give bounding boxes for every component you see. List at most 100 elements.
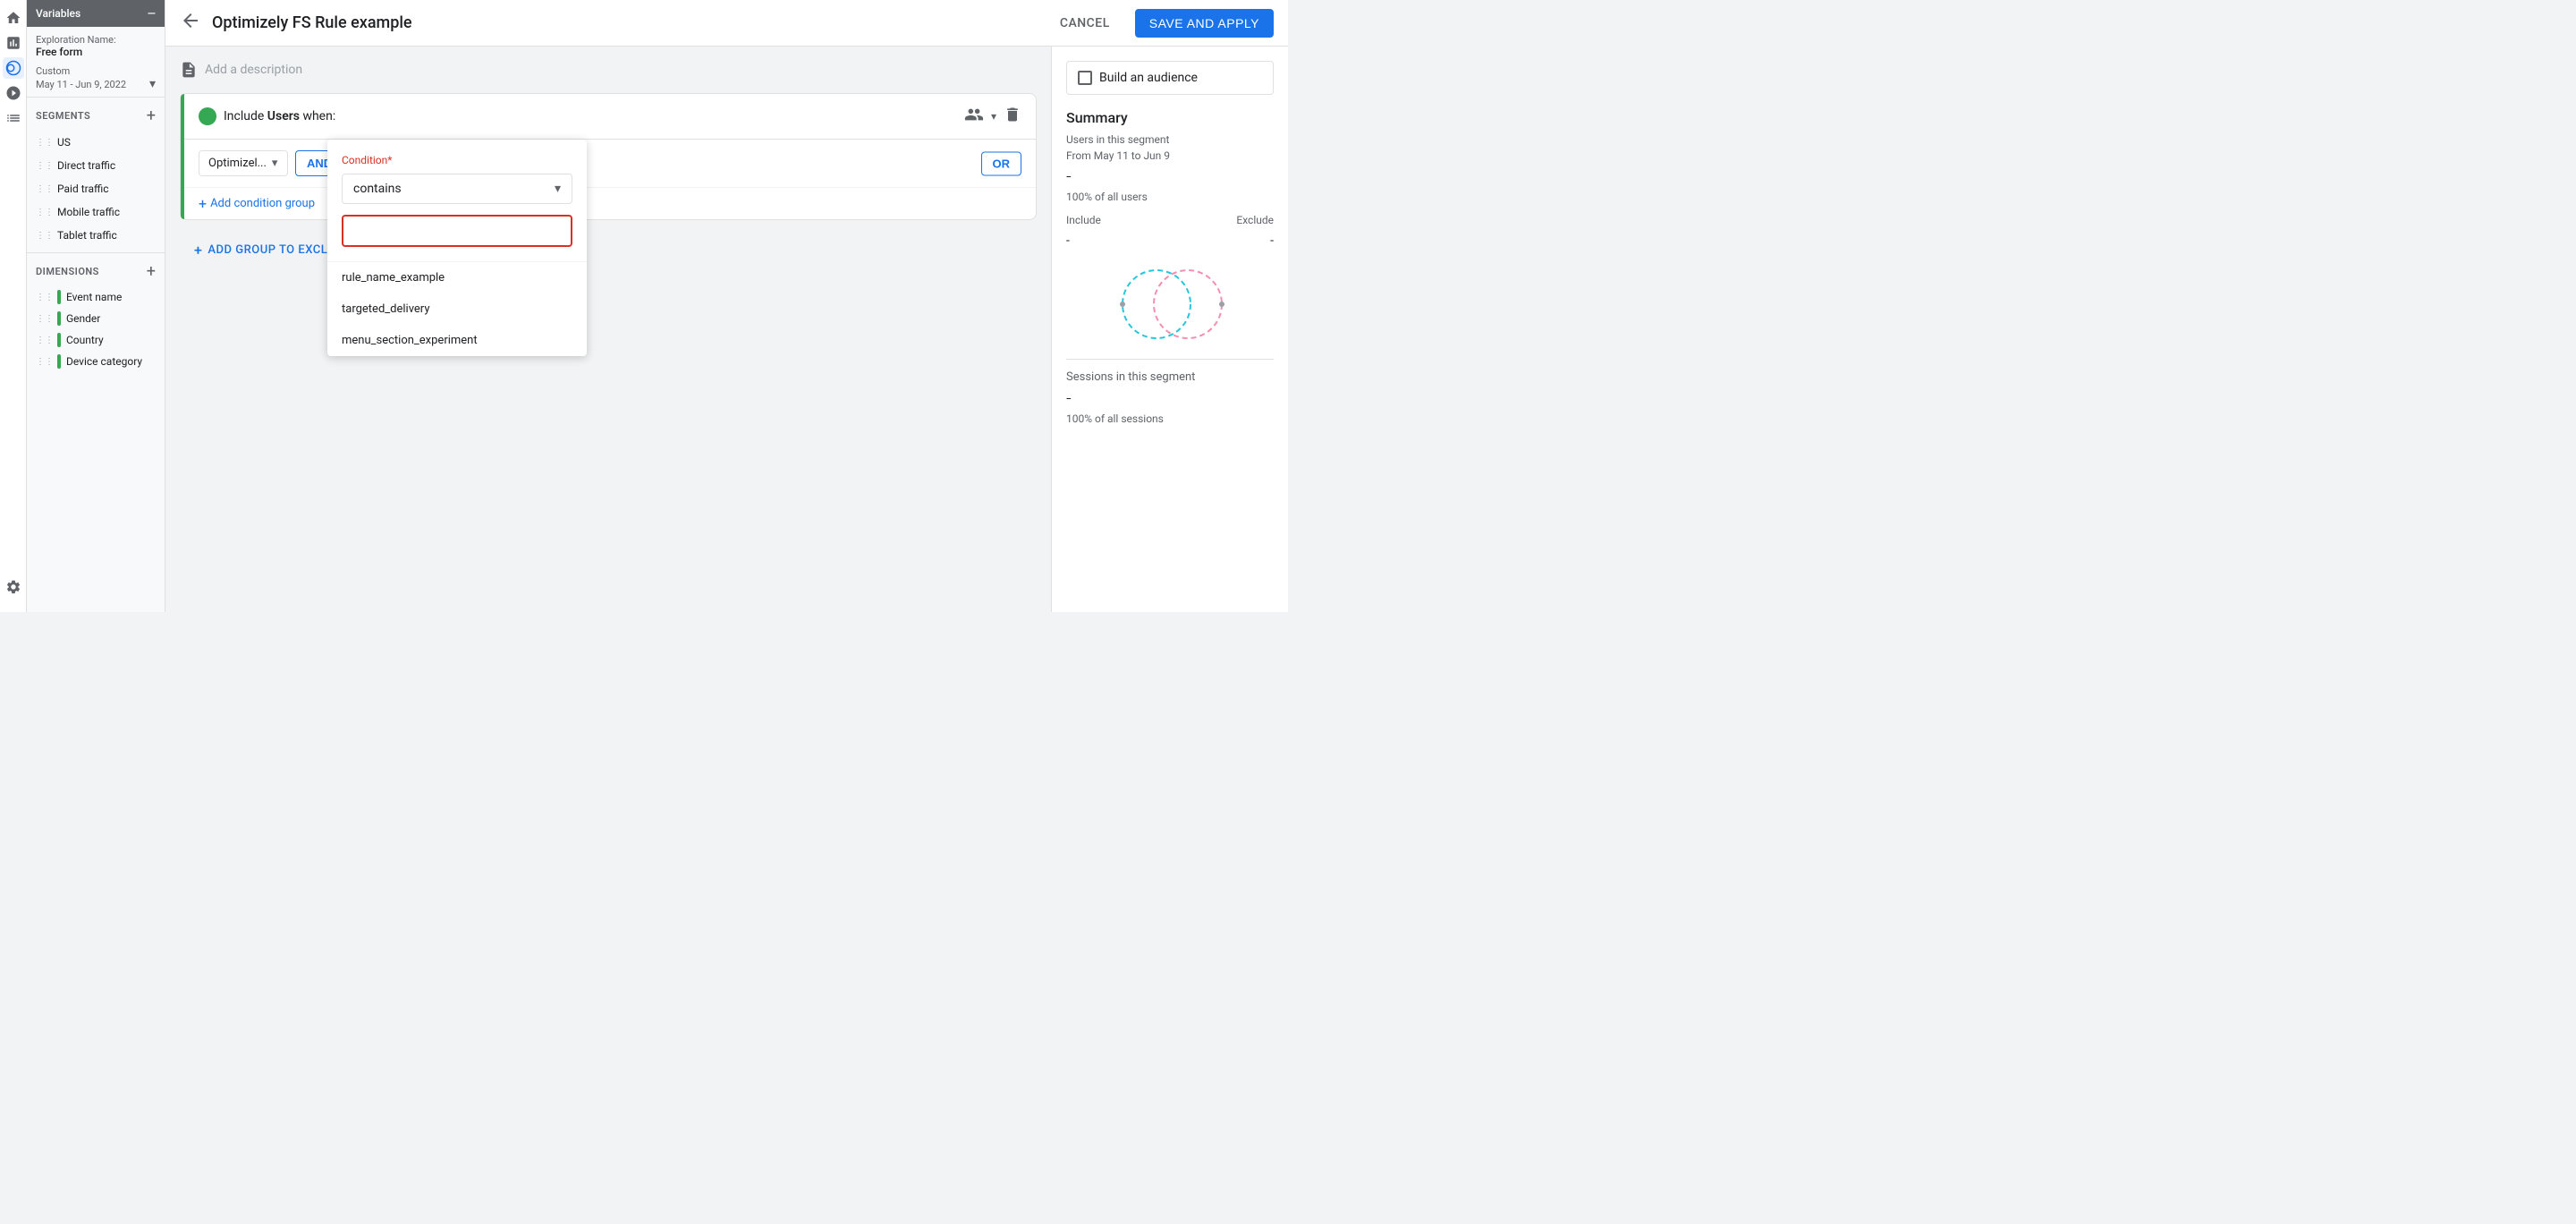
condition-select-dropdown[interactable]: contains ▾ — [342, 174, 572, 204]
segment-mobile-traffic[interactable]: ⋮⋮ Mobile traffic — [27, 200, 165, 224]
dimension-color-bar — [57, 290, 61, 304]
or-button[interactable]: OR — [981, 151, 1022, 175]
drag-icon: ⋮⋮ — [36, 138, 54, 148]
page-title: Optimizely FS Rule example — [212, 13, 1035, 32]
include-block-inner: Include Users when: ▾ — [181, 94, 1036, 219]
venn-svg — [1098, 259, 1241, 340]
segment-paid-traffic[interactable]: ⋮⋮ Paid traffic — [27, 177, 165, 200]
required-marker: * — [387, 154, 392, 166]
delete-icon[interactable] — [1004, 106, 1021, 127]
summary-panel: Build an audience Summary Users in this … — [1051, 47, 1288, 612]
home-icon[interactable] — [3, 7, 24, 29]
dimensions-header: DIMENSIONS + — [27, 257, 165, 286]
top-header: Optimizely FS Rule example CANCEL SAVE A… — [165, 0, 1288, 47]
add-condition-plus-icon: + — [199, 195, 207, 212]
description-row: Add a description — [180, 61, 1037, 79]
save-apply-button[interactable]: SAVE AND APPLY — [1135, 9, 1274, 38]
add-dimension-icon[interactable]: + — [147, 262, 156, 281]
sessions-value: - — [1066, 387, 1274, 409]
sessions-section: Sessions in this segment - 100% of all s… — [1066, 359, 1274, 425]
list-icon[interactable] — [3, 107, 24, 129]
include-exclude-row: Include Exclude — [1066, 214, 1274, 226]
cancel-button[interactable]: CANCEL — [1046, 9, 1124, 38]
sessions-pct: 100% of all sessions — [1066, 412, 1274, 425]
dimension-gender[interactable]: ⋮⋮ Gender — [27, 308, 165, 329]
dimension-country[interactable]: ⋮⋮ Country — [27, 329, 165, 351]
back-button[interactable] — [180, 10, 201, 37]
custom-label: Custom May 11 - Jun 9, 2022 ▾ — [27, 64, 165, 93]
drag-icon: ⋮⋮ — [36, 336, 54, 345]
condition-dropdown-popup: Condition* contains ▾ — [327, 140, 587, 356]
dimension-color-bar — [57, 311, 61, 326]
dropdown-inner: Condition* contains ▾ — [327, 140, 587, 261]
drag-icon: ⋮⋮ — [36, 314, 54, 324]
venn-diagram — [1066, 255, 1274, 344]
condition-arrow-icon: ▾ — [555, 182, 561, 196]
drag-icon: ⋮⋮ — [36, 357, 54, 367]
drag-icon: ⋮⋮ — [36, 208, 54, 217]
dropdown-item-0[interactable]: rule_name_example — [327, 262, 587, 293]
icon-sidebar — [0, 0, 27, 612]
drag-icon: ⋮⋮ — [36, 293, 54, 302]
date-chevron-icon[interactable]: ▾ — [149, 77, 156, 91]
left-dot — [1120, 302, 1125, 307]
dimension-event-name[interactable]: ⋮⋮ Event name — [27, 286, 165, 308]
or-badge: OR — [981, 151, 1022, 175]
segment-direct-traffic[interactable]: ⋮⋮ Direct traffic — [27, 154, 165, 177]
description-icon — [180, 61, 198, 79]
dropdown-list: rule_name_example targeted_delivery menu… — [327, 261, 587, 356]
condition-row: Optimizel... ▾ AND Condition* — [184, 140, 1036, 187]
summary-title: Summary — [1066, 109, 1274, 126]
build-audience-checkbox[interactable]: Build an audience — [1066, 61, 1274, 95]
add-segment-icon[interactable]: + — [147, 106, 156, 125]
drag-icon: ⋮⋮ — [36, 161, 54, 171]
segment-icon[interactable] — [3, 57, 24, 79]
chevron-down-icon[interactable]: ▾ — [991, 110, 996, 123]
dropdown-item-2[interactable]: menu_section_experiment — [327, 325, 587, 356]
include-exclude-values: - - — [1066, 234, 1274, 248]
right-dot — [1219, 302, 1224, 307]
exploration-name-value: Free form — [27, 46, 165, 64]
value-input[interactable] — [342, 215, 572, 247]
dimension-color-bar — [57, 333, 61, 347]
date-range[interactable]: May 11 - Jun 9, 2022 ▾ — [36, 77, 156, 91]
green-circle-icon — [199, 107, 216, 125]
dimension-device-category[interactable]: ⋮⋮ Device category — [27, 351, 165, 372]
users-in-segment-label: Users in this segment — [1066, 133, 1274, 146]
description-placeholder[interactable]: Add a description — [205, 63, 302, 77]
audience-checkbox-icon[interactable] — [1078, 71, 1092, 85]
chart-icon[interactable] — [3, 32, 24, 54]
target-icon[interactable] — [3, 82, 24, 104]
segment-builder: Add a description Include Users — [165, 47, 1051, 612]
condition-label: Condition* — [342, 154, 572, 166]
minimize-icon[interactable]: — — [148, 7, 156, 20]
settings-icon[interactable] — [3, 576, 24, 598]
segment-tablet-traffic[interactable]: ⋮⋮ Tablet traffic — [27, 224, 165, 247]
drag-icon: ⋮⋮ — [36, 231, 54, 241]
segment-us[interactable]: ⋮⋮ US — [27, 131, 165, 154]
select-chevron-icon: ▾ — [272, 157, 278, 170]
exclude-circle — [1154, 270, 1222, 338]
variables-sidebar: Variables — Exploration Name: Free form … — [27, 0, 165, 612]
sessions-title: Sessions in this segment — [1066, 370, 1274, 384]
dropdown-item-1[interactable]: targeted_delivery — [327, 293, 587, 325]
optimizely-select[interactable]: Optimizel... ▾ — [199, 150, 288, 176]
add-exclude-group[interactable]: + ADD GROUP TO EXCLUDE — [180, 231, 1037, 269]
user-group-icon[interactable] — [964, 105, 984, 128]
segments-header: SEGMENTS + — [27, 101, 165, 131]
dimension-color-bar — [57, 354, 61, 369]
content-area: Add a description Include Users — [165, 47, 1288, 612]
add-exclude-plus-icon: + — [194, 242, 202, 259]
include-actions: ▾ — [964, 105, 1021, 128]
main-area: Optimizely FS Rule example CANCEL SAVE A… — [165, 0, 1288, 612]
include-title: Include Users when: — [224, 109, 335, 123]
include-header: Include Users when: ▾ — [184, 94, 1036, 140]
users-pct: 100% of all users — [1066, 191, 1274, 203]
date-range-label: From May 11 to Jun 9 — [1066, 149, 1274, 162]
include-content: Include Users when: ▾ — [184, 94, 1036, 219]
include-block: Include Users when: ▾ — [180, 93, 1037, 220]
variables-label: Variables — [36, 7, 80, 20]
include-circle — [1123, 270, 1191, 338]
drag-icon: ⋮⋮ — [36, 184, 54, 194]
add-condition-group[interactable]: + Add condition group — [184, 187, 1036, 219]
